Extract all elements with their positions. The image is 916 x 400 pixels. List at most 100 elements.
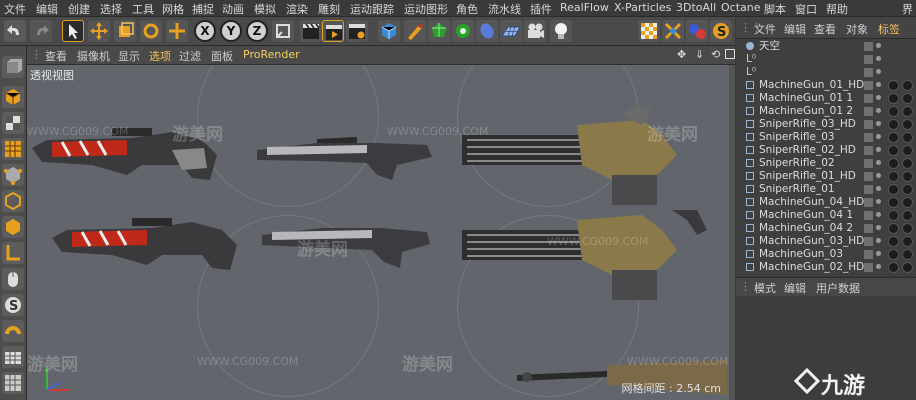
light-button[interactable]	[550, 20, 572, 42]
material-tag-icon[interactable]	[888, 158, 899, 169]
material-tag-icon[interactable]	[888, 132, 899, 143]
material-tag-icon[interactable]	[888, 262, 899, 273]
menu-3dtoall[interactable]: 3DtoAll	[676, 1, 716, 14]
render-to-picture-viewer-button[interactable]	[322, 20, 344, 42]
material-tag-icon[interactable]	[902, 132, 913, 143]
cloner-button[interactable]	[452, 20, 474, 42]
visibility-toggle[interactable]	[864, 211, 873, 220]
object-row[interactable]: SniperRifle_03_HD	[736, 118, 916, 131]
visibility-toggle[interactable]	[864, 172, 873, 181]
material-tag-icon[interactable]	[888, 93, 899, 104]
floor-button[interactable]	[500, 20, 522, 42]
menu-plugins[interactable]: 插件	[530, 1, 552, 17]
render-dot[interactable]	[876, 225, 881, 230]
checker-material-button[interactable]	[638, 20, 660, 42]
menu-create[interactable]: 创建	[68, 1, 90, 17]
viewport-menu-options[interactable]: 选项	[149, 48, 171, 64]
render-dot[interactable]	[876, 199, 881, 204]
script-button[interactable]: S	[710, 20, 732, 42]
cube-primitive-button[interactable]	[378, 20, 400, 42]
pen-spline-button[interactable]	[404, 20, 426, 42]
points-mode-button[interactable]	[2, 164, 24, 186]
live-select-button[interactable]	[62, 20, 84, 42]
material-tag-icon[interactable]	[888, 106, 899, 117]
menu-x-particles[interactable]: X-Particles	[614, 1, 671, 14]
model-mode-button[interactable]	[2, 86, 24, 108]
menu-snap[interactable]: 捕捉	[192, 1, 214, 17]
render-dot[interactable]	[876, 238, 881, 243]
menu-character[interactable]: 角色	[456, 1, 478, 17]
render-dot[interactable]	[876, 264, 881, 269]
viewport-maximize-icon[interactable]	[725, 49, 735, 59]
tweak-mode-button[interactable]	[2, 268, 24, 290]
visibility-toggle[interactable]	[864, 55, 873, 64]
perspective-viewport[interactable]: 透视视图 WWW.CG009.COM WWW.CG009.COM WWW.CG0…	[27, 65, 729, 400]
viewport-menu-filter[interactable]: 过滤	[179, 48, 201, 64]
planar-workplane-button[interactable]	[2, 372, 24, 394]
menu-script[interactable]: 脚本	[764, 1, 786, 17]
deformer-button[interactable]	[476, 20, 498, 42]
material-tag-icon[interactable]	[902, 249, 913, 260]
render-dot[interactable]	[876, 108, 881, 113]
move-tool-button[interactable]	[88, 20, 110, 42]
subdivision-surface-button[interactable]	[428, 20, 450, 42]
visibility-toggle[interactable]	[864, 198, 873, 207]
material-tag-icon[interactable]	[902, 210, 913, 221]
attribute-menu-edit[interactable]: 编辑	[784, 280, 806, 296]
object-row[interactable]: MachineGun_01 1	[736, 92, 916, 105]
material-tag-icon[interactable]	[902, 145, 913, 156]
material-tag-icon[interactable]	[888, 236, 899, 247]
menu-select[interactable]: 选择	[100, 1, 122, 17]
visibility-toggle[interactable]	[864, 68, 873, 77]
material-tag-icon[interactable]	[902, 184, 913, 195]
camera-button[interactable]	[524, 20, 546, 42]
workplane-mode-button[interactable]	[2, 138, 24, 160]
polygons-mode-button[interactable]	[2, 216, 24, 238]
object-row[interactable]: MachineGun_04_HD	[736, 196, 916, 209]
render-dot[interactable]	[876, 69, 881, 74]
texture-mode-button[interactable]	[2, 112, 24, 134]
material-tag-icon[interactable]	[888, 145, 899, 156]
object-row[interactable]: L⁰	[736, 66, 916, 79]
menu-render[interactable]: 渲染	[286, 1, 308, 17]
render-dot[interactable]	[876, 43, 881, 48]
object-row[interactable]: MachineGun_01_HD	[736, 79, 916, 92]
menu-pipeline[interactable]: 流水线	[488, 1, 521, 17]
render-dot[interactable]	[876, 82, 881, 87]
rotate-tool-button[interactable]	[140, 20, 162, 42]
material-tag-icon[interactable]	[902, 197, 913, 208]
material-tag-icon[interactable]	[888, 171, 899, 182]
menu-octane[interactable]: Octane	[721, 1, 761, 14]
visibility-toggle[interactable]	[864, 107, 873, 116]
axis-mode-button[interactable]	[2, 242, 24, 264]
render-dot[interactable]	[876, 134, 881, 139]
object-row[interactable]: MachineGun_04 2	[736, 222, 916, 235]
object-row[interactable]: L⁰	[736, 53, 916, 66]
visibility-toggle[interactable]	[864, 185, 873, 194]
edges-mode-button[interactable]	[2, 190, 24, 212]
visibility-toggle[interactable]	[864, 159, 873, 168]
material-tag-icon[interactable]	[888, 223, 899, 234]
menu-mograph[interactable]: 运动图形	[404, 1, 448, 17]
material-tag-icon[interactable]	[902, 262, 913, 273]
material-tag-icon[interactable]	[902, 119, 913, 130]
magnet-button[interactable]	[2, 320, 24, 342]
object-menu-file[interactable]: 文件	[754, 21, 776, 37]
coordinate-system-button[interactable]	[272, 20, 294, 42]
menu-animate[interactable]: 动画	[222, 1, 244, 17]
visibility-toggle[interactable]	[864, 81, 873, 90]
z-axis-lock-button[interactable]: Z	[246, 20, 268, 42]
render-dot[interactable]	[876, 56, 881, 61]
viewport-nav-arrows-icon[interactable]: ✥	[677, 48, 686, 61]
scale-tool-button[interactable]	[114, 20, 136, 42]
render-settings-button[interactable]	[346, 20, 368, 42]
object-row[interactable]: MachineGun_01 2	[736, 105, 916, 118]
xparticles-button[interactable]	[662, 20, 684, 42]
viewport-menu-display[interactable]: 显示	[118, 48, 140, 64]
object-row[interactable]: MachineGun_03_HD	[736, 235, 916, 248]
menu-layout-cut[interactable]: 界	[902, 1, 913, 17]
object-row[interactable]: SniperRifle_01	[736, 183, 916, 196]
object-row[interactable]: MachineGun_04 1	[736, 209, 916, 222]
menu-realflow[interactable]: RealFlow	[560, 1, 609, 14]
material-tag-icon[interactable]	[902, 158, 913, 169]
